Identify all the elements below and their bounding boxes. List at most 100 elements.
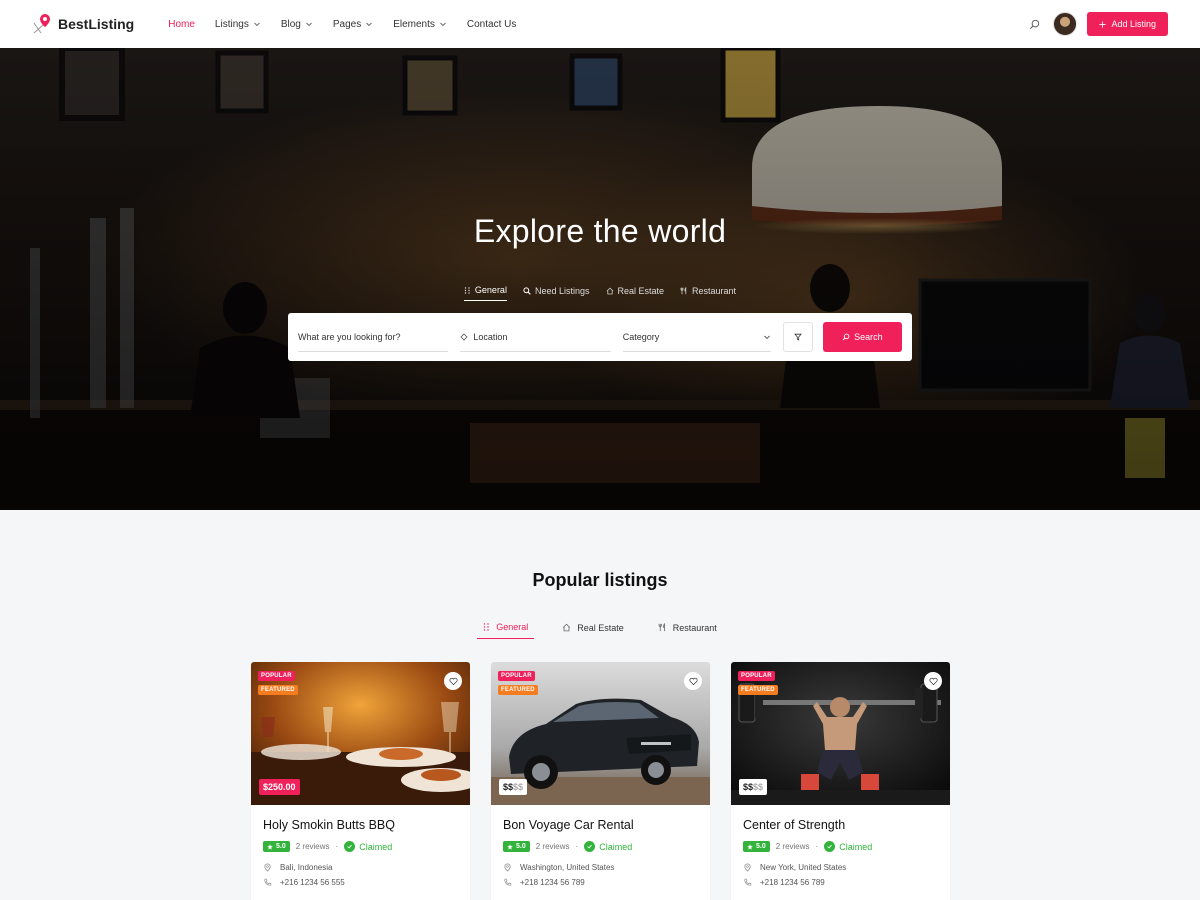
hero-tab-need-listings[interactable]: Need Listings	[523, 285, 590, 301]
popular-tab-general[interactable]: General	[477, 622, 535, 639]
claimed-label: Claimed	[359, 841, 393, 852]
listing-location: Washington, United States	[503, 863, 698, 872]
filter-icon	[794, 333, 802, 341]
listing-title[interactable]: Holy Smokin Butts BBQ	[263, 818, 458, 832]
listing-thumbnail[interactable]: POPULAR FEATURED $$$$	[731, 662, 950, 805]
add-listing-button[interactable]: Add Listing	[1087, 12, 1168, 36]
favorite-button[interactable]	[684, 672, 702, 690]
add-listing-label: Add Listing	[1111, 19, 1156, 29]
hero-tab-restaurant[interactable]: Restaurant	[680, 285, 736, 301]
review-count[interactable]: 2 reviews	[296, 842, 330, 851]
home-icon	[606, 287, 613, 294]
check-circle-icon	[824, 841, 836, 852]
hero-tab-real-estate-label: Real Estate	[617, 285, 665, 296]
nav-contact[interactable]: Contact Us	[457, 0, 526, 48]
keyword-search-input[interactable]: What are you looking for?	[298, 322, 449, 352]
listing-phone-text[interactable]: +216 1234 56 555	[280, 878, 345, 887]
nav-home[interactable]: Home	[158, 0, 205, 48]
rating-badge: 5.0	[743, 841, 770, 852]
user-avatar[interactable]	[1053, 12, 1078, 36]
search-button-label: Search	[854, 332, 883, 342]
logo[interactable]: BestListing	[32, 13, 134, 35]
chevron-down-icon	[254, 22, 260, 27]
nav-pages[interactable]: Pages	[323, 0, 383, 48]
price-range-tag: $$$$	[739, 779, 768, 795]
nav-listings-label: Listings	[214, 18, 249, 30]
claimed-status: Claimed	[584, 841, 632, 852]
category-select-label: Category	[622, 331, 660, 342]
price-range-inactive: $$	[513, 782, 524, 792]
hero-tab-general[interactable]: General	[463, 285, 507, 301]
location-input[interactable]: Location	[460, 322, 611, 352]
nav-blog-label: Blog	[280, 18, 301, 30]
popular-badge: POPULAR	[258, 671, 295, 681]
claimed-status: Claimed	[344, 841, 392, 852]
nav-elements-label: Elements	[393, 18, 435, 30]
listing-thumbnail[interactable]: POPULAR FEATURED $250.00	[251, 662, 470, 805]
star-icon	[507, 843, 513, 850]
listing-phone-text[interactable]: +218 1234 56 789	[520, 878, 585, 887]
separator-dot: ·	[815, 842, 819, 851]
rating-value: 5.0	[756, 843, 766, 850]
check-circle-icon	[584, 841, 596, 852]
star-icon	[747, 843, 753, 850]
listing-card[interactable]: POPULAR FEATURED $250.00 Holy Smokin But…	[251, 662, 470, 900]
listing-info: Bali, Indonesia +216 1234 56 555	[263, 863, 458, 887]
hero-background-photo	[0, 48, 1200, 510]
favorite-button[interactable]	[444, 672, 462, 690]
price-range-inactive: $$	[753, 782, 764, 792]
fork-knife-icon	[658, 623, 665, 632]
review-count[interactable]: 2 reviews	[536, 842, 570, 851]
chevron-down-icon	[764, 335, 770, 339]
separator-dot: ·	[575, 842, 579, 851]
price-range-active: $$	[743, 782, 754, 792]
popular-tab-restaurant-label: Restaurant	[672, 622, 717, 633]
claimed-label: Claimed	[839, 841, 873, 852]
separator-dot: ·	[335, 842, 339, 851]
nav-elements[interactable]: Elements	[383, 0, 457, 48]
featured-badge: FEATURED	[498, 685, 538, 695]
main-nav: Home Listings Blog Pages Elements Contac…	[158, 0, 526, 48]
price-tag: $250.00	[259, 779, 300, 795]
favorite-button[interactable]	[924, 672, 942, 690]
listing-card[interactable]: POPULAR FEATURED $$$$ Bon Voyage Car Ren…	[491, 662, 710, 900]
hero-search-tabs: General Need Listings Real Estate Restau…	[0, 285, 1200, 301]
listing-title[interactable]: Bon Voyage Car Rental	[503, 818, 698, 832]
listing-title[interactable]: Center of Strength	[743, 818, 938, 832]
listing-location-text: New York, United States	[760, 863, 847, 872]
header-search-button[interactable]	[1025, 15, 1043, 33]
hero-tab-restaurant-label: Restaurant	[692, 285, 737, 296]
listing-location-text: Bali, Indonesia	[280, 863, 333, 872]
chevron-down-icon	[366, 22, 373, 27]
popular-tab-restaurant[interactable]: Restaurant	[652, 622, 723, 639]
hero-banner: Explore the world General Need Listings …	[0, 48, 1200, 510]
listing-location: Bali, Indonesia	[263, 863, 458, 872]
listing-card[interactable]: POPULAR FEATURED $$$$ Center of Strength…	[731, 662, 950, 900]
popular-badge: POPULAR	[738, 671, 775, 681]
rating-value: 5.0	[516, 843, 526, 850]
plus-icon	[1099, 20, 1107, 28]
grid-icon	[484, 623, 489, 631]
listing-meta: 5.0 2 reviews · Claimed	[503, 841, 698, 852]
claimed-label: Claimed	[599, 841, 633, 852]
listing-phone: +218 1234 56 789	[503, 878, 698, 887]
phone-icon	[504, 878, 512, 886]
hero-tab-general-label: General	[474, 285, 507, 295]
category-select[interactable]: Category	[622, 322, 772, 352]
listing-thumbnail[interactable]: POPULAR FEATURED $$$$	[491, 662, 710, 805]
nav-blog[interactable]: Blog	[271, 0, 323, 48]
nav-contact-label: Contact Us	[466, 18, 517, 30]
hero-tab-real-estate[interactable]: Real Estate	[606, 285, 665, 301]
heart-icon	[928, 677, 938, 685]
filter-button[interactable]	[783, 322, 813, 352]
hero-search-box: What are you looking for? Location Categ…	[288, 313, 912, 361]
popular-tab-real-estate[interactable]: Real Estate	[556, 622, 630, 639]
grid-icon	[464, 286, 470, 294]
nav-listings[interactable]: Listings	[205, 0, 271, 48]
search-button[interactable]: Search	[822, 322, 902, 352]
review-count[interactable]: 2 reviews	[776, 842, 810, 851]
listing-phone-text[interactable]: +218 1234 56 789	[760, 878, 825, 887]
popular-listings-title: Popular listings	[532, 570, 668, 590]
claimed-status: Claimed	[824, 841, 872, 852]
header-actions: Add Listing	[1025, 12, 1168, 36]
